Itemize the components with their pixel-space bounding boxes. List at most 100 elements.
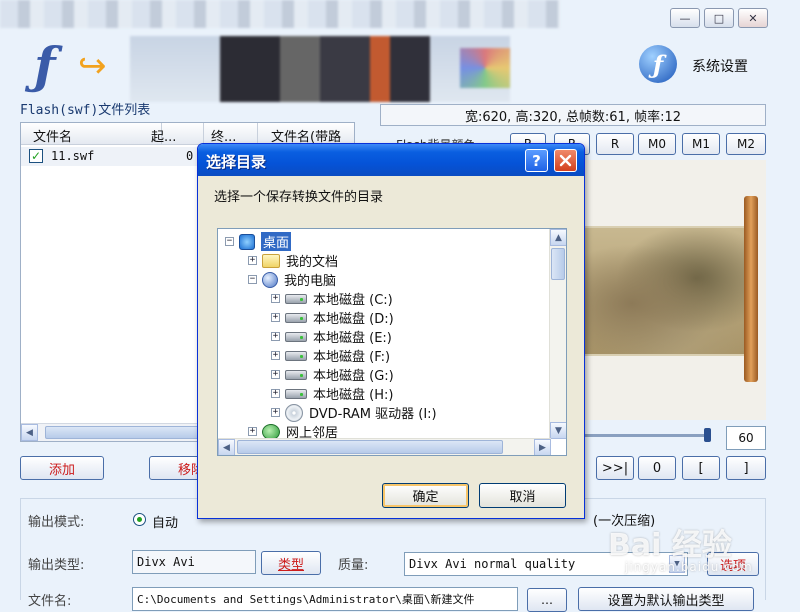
tree-item-drive-c[interactable]: + 本地磁盘 (C:) [271,289,393,308]
mark-out-button[interactable]: ] [726,456,766,480]
output-file-field[interactable]: C:\Documents and Settings\Administrator\… [132,587,518,611]
expand-icon[interactable]: + [271,294,280,303]
tree-hscroll-thumb[interactable] [237,440,503,454]
output-mode-auto-radio[interactable] [133,513,146,526]
output-mode-auto-label[interactable]: 自动 [152,512,178,531]
drive-icon [285,331,307,342]
output-type-field[interactable]: Divx Avi [132,550,256,574]
system-settings-label[interactable]: 系统设置 [692,56,748,76]
close-icon [559,154,572,167]
arrow-icon: ↪ [78,46,107,86]
minimize-button[interactable]: — [670,8,700,28]
collapse-icon[interactable]: − [248,275,257,284]
folder-icon [262,253,280,268]
output-type-label: 输出类型: [28,558,85,573]
column-header-start[interactable]: 起... [151,126,176,145]
expand-icon[interactable]: + [248,256,257,265]
row-checkbox[interactable]: ✓ [29,149,43,163]
tree-item-my-documents[interactable]: + 我的文档 [248,251,338,270]
dialog-title: 选择目录 [206,153,267,171]
dialog-close-button[interactable] [554,149,577,172]
output-mode-label: 输出模式: [28,515,85,530]
scroll-left-icon[interactable]: ◀ [218,439,235,455]
directory-tree[interactable]: − 桌面 + 我的文档 − 我的电脑 + 本地磁盘 (C:) + 本地磁盘 (D… [217,228,567,456]
tree-item-drive-g[interactable]: + 本地磁盘 (G:) [271,365,394,384]
frame-zero-button[interactable]: 0 [638,456,676,480]
browse-button[interactable]: … [527,588,567,612]
computer-icon [262,271,278,288]
mode-button-r3[interactable]: R [596,133,634,155]
add-button[interactable]: 添加 [20,456,104,480]
scroll-up-icon[interactable]: ▲ [550,229,566,246]
help-icon[interactable]: ? [525,149,548,172]
tree-item-label: 我的文档 [286,255,339,270]
type-button[interactable]: 类型 [261,551,321,575]
watermark-url: jingyan.baidu.com [625,560,753,574]
expand-icon[interactable]: + [271,313,280,322]
tree-item-label: 本地磁盘 (G:) [313,369,394,384]
expand-icon[interactable]: + [271,332,280,341]
expand-icon[interactable]: + [271,351,280,360]
maximize-button[interactable]: □ [704,8,734,28]
tree-item-drive-d[interactable]: + 本地磁盘 (D:) [271,308,394,327]
select-directory-dialog: 选择目录 ? 选择一个保存转换文件的目录 − 桌面 + 我的文档 − 我的电脑 … [197,143,585,519]
drive-icon [285,369,307,380]
drive-icon [285,388,307,399]
frame-slider-thumb[interactable] [704,428,711,442]
collapse-icon[interactable]: − [225,237,234,246]
expand-icon[interactable]: + [271,370,280,379]
dialog-title-bar[interactable]: 选择目录 ? [198,144,584,176]
set-default-output-button[interactable]: 设置为默认输出类型 [578,587,754,611]
cancel-button[interactable]: 取消 [479,483,566,508]
tree-item-label: 本地磁盘 (C:) [313,293,393,308]
dvd-icon [285,403,303,422]
column-header-filename[interactable]: 文件名 [33,126,72,145]
drive-icon [285,293,307,304]
file-list-header: 文件名 起... 终... 文件名(带路径 [21,123,354,164]
drive-icon [285,350,307,361]
scroll-right-icon[interactable]: ▶ [534,439,551,455]
settings-flash-icon[interactable]: ƒ [639,45,677,83]
frame-number-field[interactable]: 60 [726,426,766,450]
mode-button-m0[interactable]: M0 [638,133,676,155]
video-info-bar: 宽:620, 高:320, 总帧数:61, 帧率:12 [380,104,766,126]
row-filename: 11.swf [51,149,95,163]
mode-button-m2[interactable]: M2 [726,133,766,155]
tree-item-drive-f[interactable]: + 本地磁盘 (F:) [271,346,390,365]
expand-icon[interactable]: + [271,389,280,398]
blurred-color-icon [460,48,510,88]
preview-painting-image [584,226,744,356]
tree-item-drive-e[interactable]: + 本地磁盘 (E:) [271,327,392,346]
blurred-title-bar [0,0,560,28]
scroll-down-icon[interactable]: ▼ [550,422,566,439]
expand-icon[interactable]: + [271,408,280,417]
jump-end-button[interactable]: >>| [596,456,634,480]
mode-button-m1[interactable]: M1 [682,133,720,155]
desktop-icon [239,233,255,250]
blurred-logo-area [130,36,510,102]
tree-hscrollbar[interactable]: ◀ ▶ [218,438,551,455]
tree-item-label: 本地磁盘 (H:) [313,388,394,403]
tree-item-label: 我的电脑 [284,274,337,289]
scroll-rod-image [744,196,758,382]
tree-item-drive-h[interactable]: + 本地磁盘 (H:) [271,384,393,403]
file-list-title: Flash(swf)文件列表 [20,103,151,118]
tree-item-label: 桌面 [261,232,292,251]
close-window-button[interactable]: ✕ [738,8,768,28]
frame-slider-track[interactable] [585,434,711,437]
tree-scroll-thumb[interactable] [551,248,565,280]
tree-item-dvd-drive[interactable]: + DVD-RAM 驱动器 (I:) [271,403,437,422]
tree-vscrollbar[interactable]: ▲ ▼ [549,229,566,439]
flash-logo-icon: ƒ [34,36,56,95]
tree-item-my-computer[interactable]: − 我的电脑 [248,270,336,289]
row-start-frame: 0 [186,149,194,163]
tree-item-label: DVD-RAM 驱动器 (I:) [309,407,437,422]
tree-item-label: 本地磁盘 (E:) [313,331,392,346]
drive-icon [285,312,307,323]
mark-in-button[interactable]: [ [682,456,720,480]
expand-icon[interactable]: + [248,427,257,436]
scroll-left-icon[interactable]: ◀ [21,424,38,441]
watermark-logo: Bai 经验 [608,528,732,563]
tree-item-desktop[interactable]: − 桌面 [225,232,292,251]
ok-button[interactable]: 确定 [382,483,469,508]
